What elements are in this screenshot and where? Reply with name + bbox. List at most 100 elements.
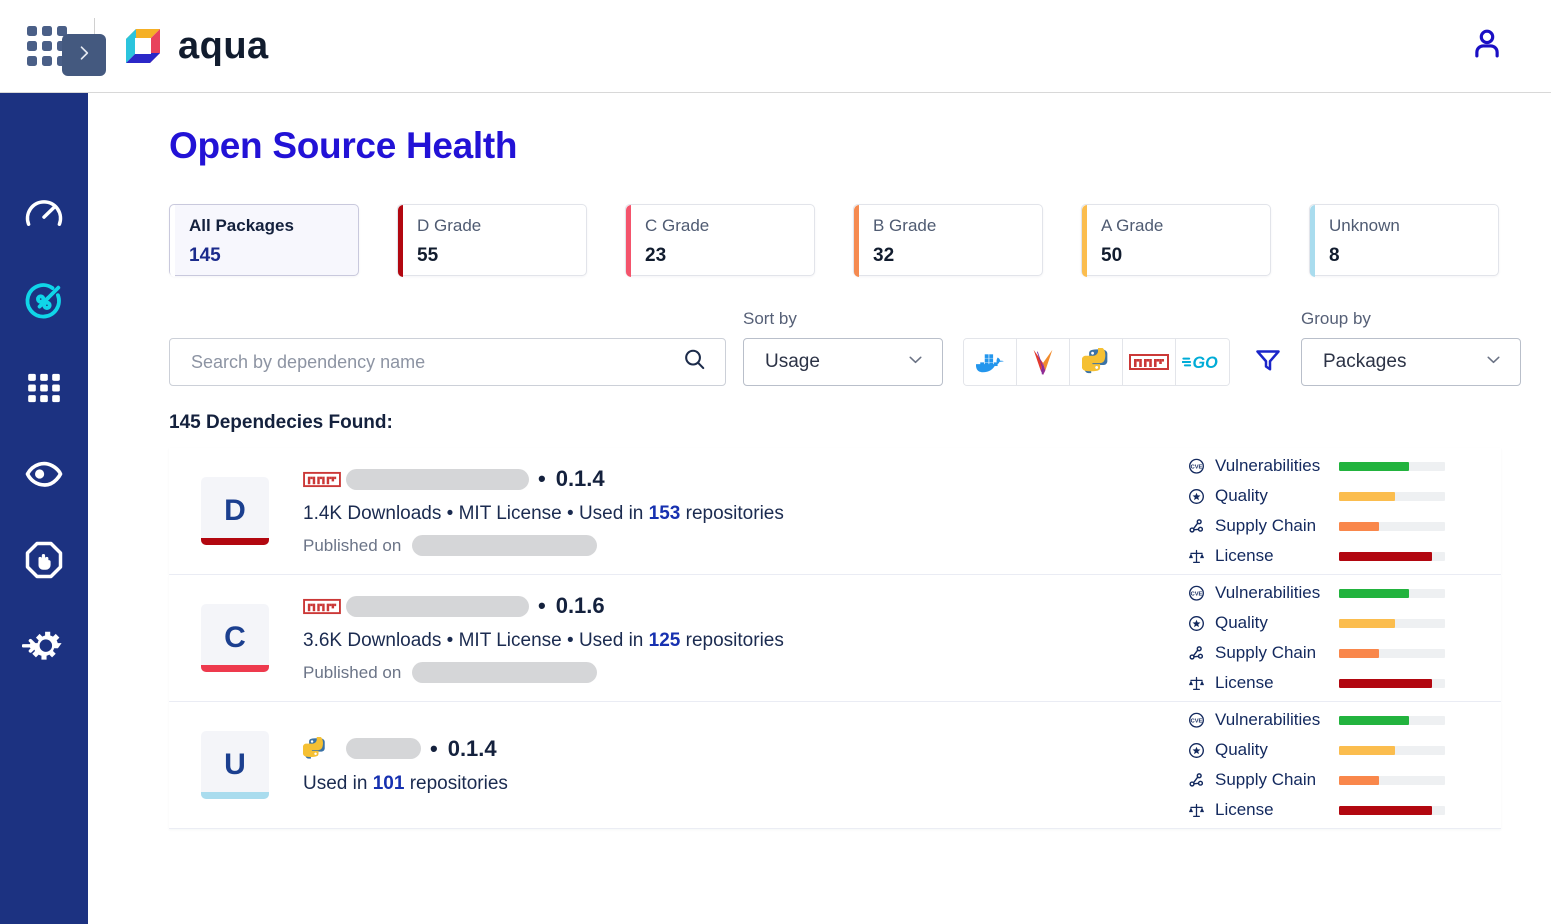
grade-card-all-packages[interactable]: All Packages 145 bbox=[169, 204, 359, 277]
metric-track bbox=[1339, 491, 1445, 501]
dashboard-gauge-icon bbox=[22, 194, 66, 243]
go-icon[interactable]: GO bbox=[1176, 339, 1229, 385]
dependency-info: • 0.1.4 1.4K Downloads • MIT License • U… bbox=[303, 466, 1185, 556]
sidebar-item-supply-chain[interactable] bbox=[0, 261, 88, 347]
filter-funnel-button[interactable] bbox=[1246, 338, 1290, 386]
sort-by-select[interactable]: Usage bbox=[743, 338, 943, 386]
metric-quality: Quality bbox=[1185, 740, 1445, 761]
grade-card-unknown[interactable]: Unknown 8 bbox=[1309, 204, 1499, 277]
dependency-name-row: • 0.1.4 bbox=[303, 736, 1185, 762]
dependency-name-row: • 0.1.6 bbox=[303, 593, 1185, 619]
used-in-count: 101 bbox=[372, 772, 405, 794]
metric-fill bbox=[1339, 678, 1433, 688]
dependency-version: 0.1.4 bbox=[555, 466, 605, 491]
dependency-meta: Used in 101 repositories bbox=[303, 773, 1185, 795]
metric-supply-chain: Supply Chain bbox=[1185, 770, 1445, 791]
license-name: MIT License bbox=[458, 630, 562, 651]
filter-funnel-icon bbox=[1253, 345, 1283, 380]
metric-vulnerabilities: CVE Vulnerabilities bbox=[1185, 456, 1445, 477]
brand-logo-link[interactable]: aqua bbox=[122, 25, 269, 67]
metric-track bbox=[1339, 521, 1445, 531]
metric-fill bbox=[1339, 491, 1396, 501]
grade-card-d[interactable]: D Grade 55 bbox=[397, 204, 587, 277]
python-icon[interactable] bbox=[1070, 339, 1123, 385]
published-label: Published on bbox=[303, 662, 402, 682]
svg-text:GO: GO bbox=[1192, 354, 1218, 372]
cve-shield-icon: CVE bbox=[1185, 584, 1207, 603]
separator-dot: • bbox=[538, 593, 546, 618]
group-by-select[interactable]: Packages bbox=[1301, 338, 1521, 386]
svg-text:CVE: CVE bbox=[1190, 718, 1202, 724]
grade-badge-underline bbox=[201, 538, 269, 545]
grade-badge-letter: D bbox=[224, 494, 246, 527]
brand-name: aqua bbox=[178, 25, 269, 67]
metric-label: Supply Chain bbox=[1215, 643, 1317, 662]
dependency-info: • 0.1.4 Used in 101 repositories bbox=[303, 736, 1185, 795]
grade-card-c[interactable]: C Grade 23 bbox=[625, 204, 815, 277]
license-name: MIT License bbox=[458, 503, 562, 524]
sidebar-item-dashboard[interactable] bbox=[0, 175, 88, 261]
quality-star-icon bbox=[1185, 487, 1207, 506]
cve-shield-icon: CVE bbox=[1185, 457, 1207, 476]
sidebar-item-enforce[interactable] bbox=[0, 519, 88, 605]
search-input[interactable] bbox=[191, 351, 682, 373]
grade-accent-bar bbox=[1082, 205, 1087, 277]
separator-dot: • bbox=[446, 630, 459, 651]
metric-track bbox=[1339, 745, 1445, 755]
user-avatar-icon[interactable] bbox=[1468, 25, 1506, 68]
published-row: Published on bbox=[303, 662, 1185, 683]
dependency-meta: 3.6K Downloads • MIT License • Used in 1… bbox=[303, 630, 1185, 652]
metric-label: License bbox=[1215, 546, 1274, 565]
grade-card-count: 50 bbox=[1101, 244, 1123, 266]
metric-label: License bbox=[1215, 800, 1274, 819]
metric-fill bbox=[1339, 551, 1433, 561]
search-icon[interactable] bbox=[682, 347, 707, 377]
grade-card-a[interactable]: A Grade 50 bbox=[1081, 204, 1271, 277]
metric-label: License bbox=[1215, 673, 1274, 692]
dependency-info: • 0.1.6 3.6K Downloads • MIT License • U… bbox=[303, 593, 1185, 683]
dependency-name-redacted bbox=[346, 468, 529, 490]
table-row[interactable]: U • 0.1.4 Used in 101 repositories CVE V… bbox=[169, 702, 1501, 829]
docker-icon[interactable] bbox=[964, 339, 1017, 385]
chevron-right-icon bbox=[74, 43, 94, 68]
used-in-prefix: Used in bbox=[578, 503, 644, 524]
metric-license: License bbox=[1185, 673, 1445, 694]
metric-fill bbox=[1339, 521, 1380, 531]
eye-lens-icon bbox=[22, 452, 66, 501]
grade-badge-letter: U bbox=[224, 748, 246, 781]
sidebar-item-apps[interactable] bbox=[0, 347, 88, 433]
maven-icon[interactable] bbox=[1017, 339, 1070, 385]
table-row[interactable]: C • 0.1.6 3.6K Downloads • MIT License •… bbox=[169, 575, 1501, 702]
used-in-suffix: repositories bbox=[685, 503, 784, 524]
search-box[interactable] bbox=[169, 338, 726, 386]
sort-by-caption: Sort by bbox=[743, 309, 797, 328]
grade-accent-bar bbox=[170, 205, 175, 277]
dependency-name-redacted bbox=[346, 738, 421, 759]
metric-track bbox=[1339, 461, 1445, 471]
sort-by-control: Sort by Usage bbox=[743, 309, 943, 386]
table-row[interactable]: D • 0.1.4 1.4K Downloads • MIT License •… bbox=[169, 448, 1501, 575]
metric-fill bbox=[1339, 588, 1409, 598]
supply-chain-nodes-icon bbox=[1185, 644, 1207, 663]
grade-card-label: D Grade bbox=[417, 216, 482, 235]
main-content: Open Source Health All Packages 145 D Gr… bbox=[88, 93, 1551, 924]
metric-label: Supply Chain bbox=[1215, 516, 1317, 535]
health-metrics: CVE Vulnerabilities Quality Supply Chain… bbox=[1185, 710, 1445, 821]
separator-dot: • bbox=[430, 735, 438, 761]
grade-card-b[interactable]: B Grade 32 bbox=[853, 204, 1043, 277]
sidebar-item-integrations[interactable] bbox=[0, 605, 88, 691]
ecosystem-filter-group: GO bbox=[963, 338, 1230, 386]
license-scales-icon bbox=[1185, 801, 1207, 820]
group-by-control: Group by Packages bbox=[1301, 309, 1521, 386]
group-by-caption: Group by bbox=[1301, 309, 1371, 328]
metric-vulnerabilities: CVE Vulnerabilities bbox=[1185, 583, 1445, 604]
sidebar-item-scan[interactable] bbox=[0, 433, 88, 519]
sidebar-collapse-toggle[interactable] bbox=[62, 34, 106, 76]
published-label: Published on bbox=[303, 535, 402, 555]
metric-fill bbox=[1339, 715, 1409, 725]
metric-track bbox=[1339, 775, 1445, 785]
metric-label: Vulnerabilities bbox=[1215, 710, 1321, 729]
grade-card-label: Unknown bbox=[1329, 216, 1400, 235]
metric-license: License bbox=[1185, 800, 1445, 821]
npm-icon[interactable] bbox=[1123, 339, 1176, 385]
